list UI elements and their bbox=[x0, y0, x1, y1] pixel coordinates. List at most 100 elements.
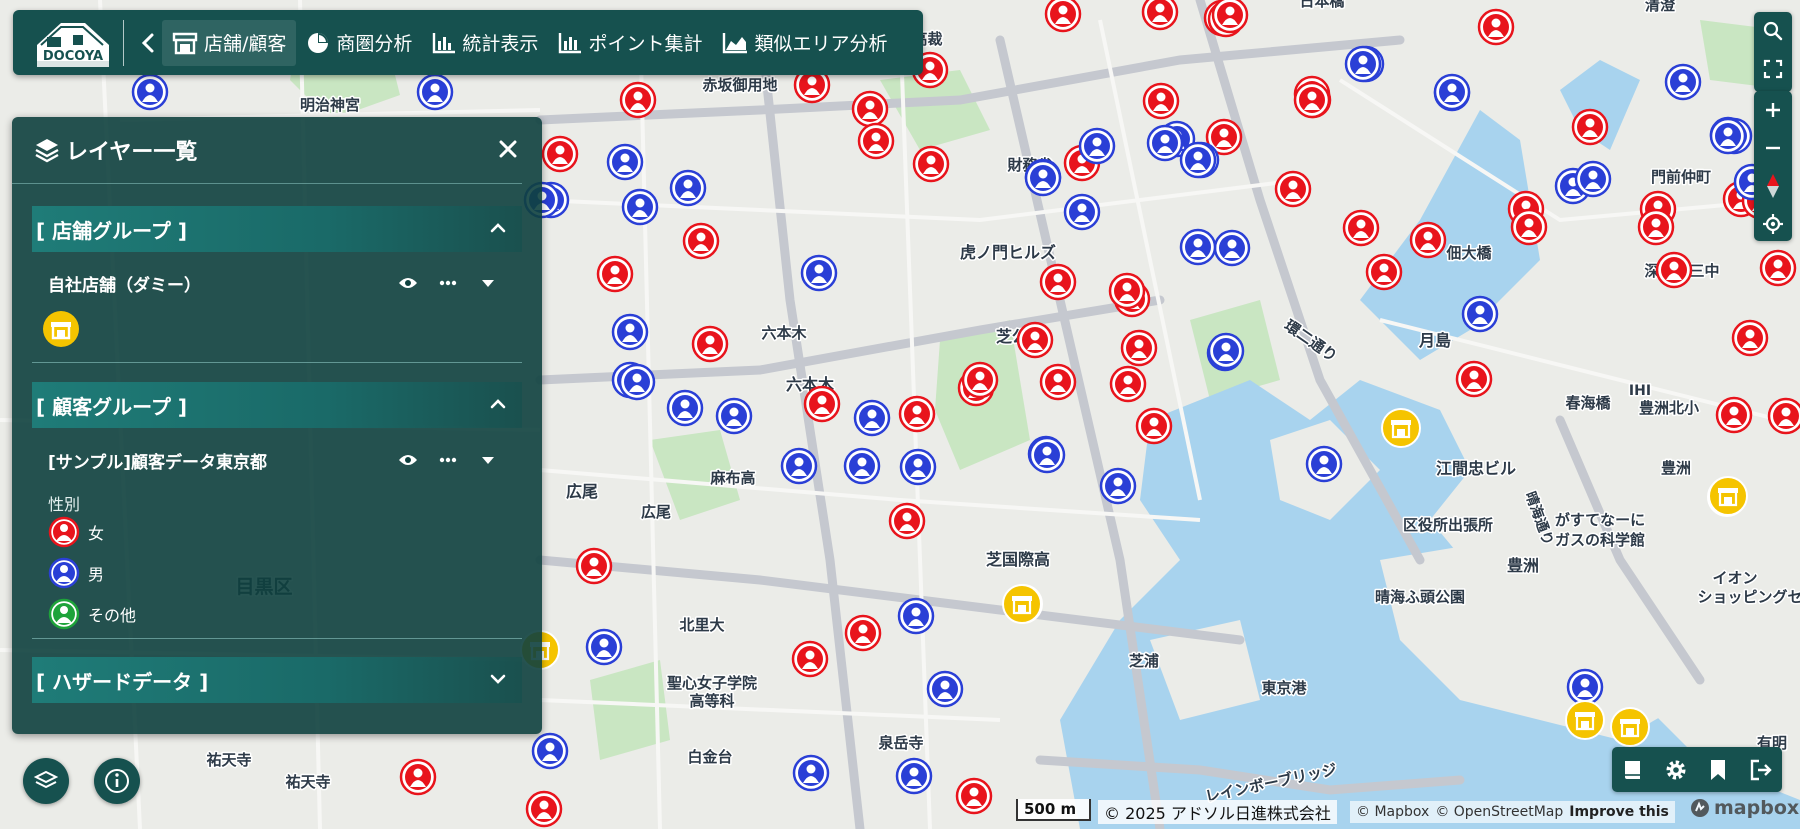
attribution-improve[interactable]: Improve this bbox=[1569, 804, 1669, 820]
settings-button[interactable] bbox=[1664, 758, 1688, 782]
store-marker-icon bbox=[43, 311, 79, 347]
group-header-hazard[interactable]: [ ハザードデータ ] bbox=[32, 657, 522, 703]
toolbar-statistics[interactable]: 統計表示 bbox=[422, 20, 548, 66]
group-header-stores[interactable]: [ 店舗グループ ] bbox=[32, 206, 522, 252]
map-label: 北里大 bbox=[679, 616, 724, 634]
toolbar-trade-area-analysis[interactable]: 商圏分析 bbox=[296, 20, 422, 66]
visibility-toggle-sample-customers[interactable] bbox=[396, 448, 420, 472]
more-menu-sample-customers[interactable] bbox=[436, 448, 460, 472]
customer-marker bbox=[531, 732, 569, 770]
toolbar-similar-area-label: 類似エリア分析 bbox=[754, 33, 888, 55]
map-label: 赤坂御用地 bbox=[702, 76, 777, 94]
info-button[interactable] bbox=[94, 758, 140, 804]
customer-marker bbox=[780, 447, 818, 485]
compass-button[interactable] bbox=[1754, 167, 1792, 205]
expand-own-stores[interactable] bbox=[476, 271, 500, 295]
map-attribution: © Mapbox © OpenStreetMap Improve this bbox=[1350, 801, 1675, 823]
logout-button[interactable] bbox=[1749, 758, 1773, 782]
book-icon bbox=[1625, 760, 1641, 779]
collapse-back-button[interactable] bbox=[134, 23, 162, 63]
customer-marker bbox=[682, 222, 720, 260]
customer-marker bbox=[606, 143, 644, 181]
info-icon bbox=[105, 769, 129, 793]
customer-marker bbox=[541, 135, 579, 173]
toolbar-store-customer[interactable]: 店舗/顧客 bbox=[162, 19, 297, 66]
data-table-button[interactable] bbox=[1621, 758, 1645, 782]
more-horizontal-icon bbox=[439, 280, 457, 286]
customer-marker bbox=[1409, 221, 1447, 259]
zoom-out-button[interactable] bbox=[1754, 129, 1792, 167]
geolocate-button[interactable] bbox=[1754, 205, 1792, 243]
map-search-button[interactable] bbox=[1754, 12, 1792, 50]
customer-marker bbox=[1566, 668, 1604, 706]
store-marker bbox=[1708, 476, 1748, 516]
group-header-customers[interactable]: [ 顧客グループ ] bbox=[32, 382, 522, 428]
svg-text:DOCOYA: DOCOYA bbox=[43, 49, 103, 64]
customer-marker bbox=[621, 188, 659, 226]
caret-down-icon bbox=[482, 280, 494, 287]
customer-marker bbox=[1715, 396, 1753, 434]
customer-marker bbox=[1342, 209, 1380, 247]
map-zoom-controls bbox=[1754, 91, 1792, 241]
legend-label-female: 女 bbox=[88, 524, 105, 543]
legend-label-male: 男 bbox=[88, 565, 105, 584]
customer-marker bbox=[525, 790, 563, 828]
customer-marker bbox=[1024, 159, 1062, 197]
map-label: がすてなーに bbox=[1555, 511, 1645, 529]
layer-row-own-stores: 自社店舗（ダミー） bbox=[48, 268, 518, 298]
customer-marker bbox=[1135, 407, 1173, 445]
map-label: 泉岳寺 bbox=[877, 734, 923, 752]
customer-marker bbox=[1109, 365, 1147, 403]
customer-marker bbox=[1664, 63, 1702, 101]
map-label: 門前仲町 bbox=[1651, 168, 1711, 186]
fullscreen-button[interactable] bbox=[1754, 50, 1792, 88]
customer-marker bbox=[853, 399, 891, 437]
map-label: 清澄 bbox=[1645, 0, 1676, 14]
map-label: 月島 bbox=[1418, 331, 1451, 350]
map-search-controls bbox=[1754, 12, 1792, 92]
divider bbox=[32, 638, 522, 639]
map-label: 豊洲 bbox=[1661, 459, 1691, 477]
map-label: 春海橋 bbox=[1565, 394, 1611, 412]
legend-item-female: 女 bbox=[48, 516, 104, 548]
map-label: ガスの科学館 bbox=[1555, 531, 1645, 549]
layer-name-own-stores: 自社店舗（ダミー） bbox=[48, 275, 201, 296]
fullscreen-icon bbox=[1763, 59, 1783, 79]
store-marker bbox=[1565, 700, 1605, 740]
customer-marker bbox=[857, 122, 895, 160]
customer-marker bbox=[618, 363, 656, 401]
customer-marker bbox=[131, 73, 169, 111]
toolbar-point-aggregate-label: ポイント集計 bbox=[588, 33, 703, 55]
toolbar-point-aggregate[interactable]: ポイント集計 bbox=[548, 20, 712, 66]
legend-item-other: その他 bbox=[48, 598, 136, 630]
customer-marker bbox=[666, 389, 704, 427]
customer-marker bbox=[1063, 193, 1101, 231]
search-icon bbox=[1763, 21, 1783, 41]
map-label: 広尾 bbox=[566, 482, 598, 501]
customer-marker bbox=[585, 628, 623, 666]
layer-list-toggle-button[interactable] bbox=[23, 758, 69, 804]
layer-panel-title: レイヤー一覧 bbox=[66, 140, 198, 165]
layer-panel-close-button[interactable] bbox=[494, 135, 522, 163]
expand-sample-customers[interactable] bbox=[476, 448, 500, 472]
person-marker-icon bbox=[48, 598, 80, 630]
zoom-in-button[interactable] bbox=[1754, 91, 1792, 129]
legend-label-other: その他 bbox=[88, 606, 137, 625]
bookmark-button[interactable] bbox=[1706, 758, 1730, 782]
toolbar-separator bbox=[123, 19, 124, 66]
attribution-osm[interactable]: © OpenStreetMap bbox=[1435, 804, 1563, 820]
customer-marker bbox=[792, 754, 830, 792]
customer-marker bbox=[803, 385, 841, 423]
attribution-mapbox[interactable]: © Mapbox bbox=[1356, 804, 1429, 820]
customer-marker bbox=[899, 448, 937, 486]
customer-marker bbox=[851, 90, 889, 128]
customer-marker bbox=[1211, 0, 1249, 34]
more-menu-own-stores[interactable] bbox=[436, 271, 460, 295]
mapbox-logo[interactable]: mapbox bbox=[1690, 797, 1799, 819]
customer-marker bbox=[1574, 160, 1612, 198]
customer-marker bbox=[897, 597, 935, 635]
close-icon bbox=[499, 140, 517, 158]
toolbar-similar-area-analysis[interactable]: 類似エリア分析 bbox=[712, 20, 897, 66]
docoya-logo[interactable]: DOCOYA bbox=[31, 15, 115, 71]
visibility-toggle-own-stores[interactable] bbox=[396, 271, 420, 295]
